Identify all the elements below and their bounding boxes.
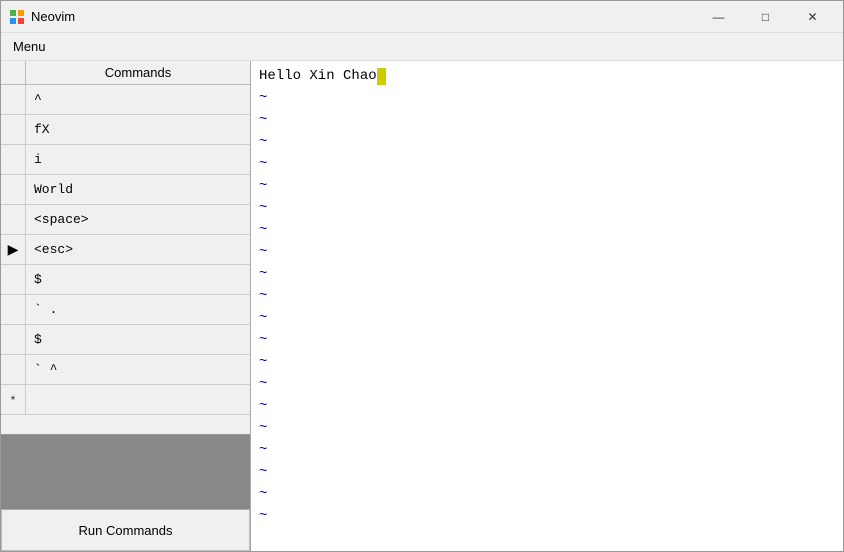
tilde-char: ~ <box>259 219 271 241</box>
row-command: i <box>26 148 250 171</box>
table-row[interactable]: $ <box>1 265 250 295</box>
tilde-char: ~ <box>259 131 271 153</box>
editor-tilde-line: ~ <box>259 307 835 329</box>
editor-tilde-line: ~ <box>259 439 835 461</box>
editor-tilde-line: ~ <box>259 461 835 483</box>
gray-area <box>1 434 250 509</box>
editor-tilde-line: ~ <box>259 417 835 439</box>
tilde-char: ~ <box>259 483 271 505</box>
editor-tilde-line: ~ <box>259 197 835 219</box>
table-row[interactable]: $ <box>1 325 250 355</box>
left-panel: Commands ^ fX i <box>1 61 251 551</box>
row-marker <box>1 85 26 114</box>
row-command: $ <box>26 328 250 351</box>
tilde-char: ~ <box>259 307 271 329</box>
tilde-char: ~ <box>259 373 271 395</box>
editor-content: Hello Xin Chao <box>259 65 377 87</box>
table-row[interactable]: ` ^ <box>1 355 250 385</box>
editor-tilde-line: ~ <box>259 219 835 241</box>
row-marker-active: ▶ <box>1 235 26 264</box>
row-marker <box>1 205 26 234</box>
commands-table: Commands ^ fX i <box>1 61 250 434</box>
table-row[interactable]: ` . <box>1 295 250 325</box>
editor-tilde-line: ~ <box>259 329 835 351</box>
tilde-char: ~ <box>259 263 271 285</box>
tilde-char: ~ <box>259 241 271 263</box>
table-row[interactable]: i <box>1 145 250 175</box>
main-content: Commands ^ fX i <box>1 61 843 551</box>
row-command: World <box>26 178 250 201</box>
table-row-active[interactable]: ▶ <esc> <box>1 235 250 265</box>
tilde-char: ~ <box>259 505 271 527</box>
run-commands-button[interactable]: Run Commands <box>1 509 250 551</box>
tilde-char: ~ <box>259 417 271 439</box>
editor-tilde-line: ~ <box>259 483 835 505</box>
commands-col-header: Commands <box>26 61 250 84</box>
editor-tilde-line: ~ <box>259 153 835 175</box>
tilde-char: ~ <box>259 285 271 307</box>
commands-list: ^ fX i World <box>1 85 250 434</box>
editor-tilde-line: ~ <box>259 351 835 373</box>
row-command: <esc> <box>26 238 250 261</box>
row-command: <space> <box>26 208 250 231</box>
editor-first-line: Hello Xin Chao <box>259 65 835 87</box>
row-command: $ <box>26 268 250 291</box>
maximize-button[interactable]: □ <box>743 3 788 31</box>
table-header: Commands <box>1 61 250 85</box>
menubar: Menu <box>1 33 843 61</box>
tilde-char: ~ <box>259 197 271 219</box>
editor-tilde-line: ~ <box>259 263 835 285</box>
row-marker <box>1 295 26 324</box>
row-command: ` ^ <box>26 358 250 381</box>
row-command: ` . <box>26 298 250 321</box>
table-row[interactable]: fX <box>1 115 250 145</box>
row-command: fX <box>26 118 250 141</box>
row-command: ^ <box>26 88 250 111</box>
row-marker-star: * <box>1 385 26 414</box>
app-title: Neovim <box>31 9 696 24</box>
tilde-char: ~ <box>259 351 271 373</box>
tilde-char: ~ <box>259 461 271 483</box>
row-marker <box>1 145 26 174</box>
tilde-char: ~ <box>259 109 271 131</box>
app-window: Neovim — □ ✕ Menu Commands <box>0 0 844 552</box>
table-row-last[interactable]: * <box>1 385 250 415</box>
minimize-button[interactable]: — <box>696 3 741 31</box>
window-controls: — □ ✕ <box>696 3 835 31</box>
menu-menu[interactable]: Menu <box>5 36 54 57</box>
editor-tilde-line: ~ <box>259 241 835 263</box>
titlebar: Neovim — □ ✕ <box>1 1 843 33</box>
editor-tilde-line: ~ <box>259 131 835 153</box>
row-marker <box>1 355 26 384</box>
row-command <box>26 396 250 404</box>
table-row[interactable]: World <box>1 175 250 205</box>
row-marker <box>1 175 26 204</box>
editor-tilde-line: ~ <box>259 109 835 131</box>
close-button[interactable]: ✕ <box>790 3 835 31</box>
editor-panel[interactable]: Hello Xin Chao ~ ~ ~ ~ ~ ~ ~ ~ ~ ~ ~ ~ ~… <box>251 61 843 551</box>
app-icon <box>9 9 25 25</box>
table-row[interactable]: <space> <box>1 205 250 235</box>
row-marker <box>1 325 26 354</box>
editor-tilde-line: ~ <box>259 505 835 527</box>
table-row[interactable]: ^ <box>1 85 250 115</box>
cursor <box>377 68 386 85</box>
tilde-char: ~ <box>259 175 271 197</box>
editor-tilde-line: ~ <box>259 175 835 197</box>
editor-tilde-line: ~ <box>259 395 835 417</box>
editor-tilde-line: ~ <box>259 87 835 109</box>
row-marker <box>1 265 26 294</box>
row-marker <box>1 115 26 144</box>
editor-tilde-line: ~ <box>259 285 835 307</box>
tilde-char: ~ <box>259 87 271 109</box>
tilde-char: ~ <box>259 439 271 461</box>
editor-tilde-line: ~ <box>259 373 835 395</box>
tilde-char: ~ <box>259 395 271 417</box>
tilde-char: ~ <box>259 329 271 351</box>
marker-col-header <box>1 61 26 84</box>
tilde-char: ~ <box>259 153 271 175</box>
